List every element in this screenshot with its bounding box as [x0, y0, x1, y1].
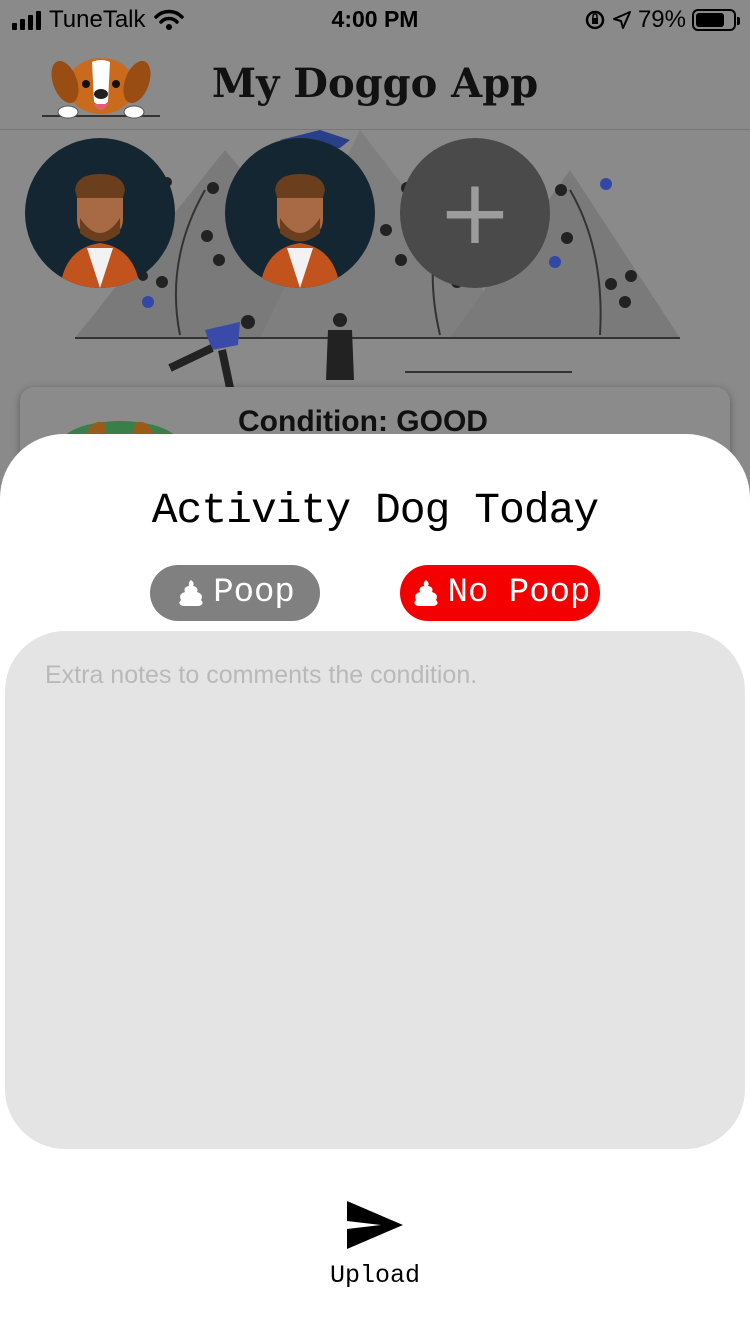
activity-sheet: Activity Dog Today Poop No Poop Upload — [0, 434, 750, 1334]
app-title: My Doggo App — [211, 60, 539, 107]
no-poop-label: No Poop — [447, 574, 591, 612]
upload-button[interactable]: Upload — [310, 1194, 440, 1294]
profile-avatar-1[interactable] — [25, 138, 175, 288]
no-poop-toggle-button[interactable]: No Poop — [400, 565, 600, 621]
man-avatar-icon — [60, 174, 140, 288]
status-right: 79% — [584, 6, 740, 34]
location-arrow-icon — [612, 11, 631, 29]
battery-level — [696, 13, 725, 27]
poop-icon — [413, 580, 438, 606]
profile-avatar-2[interactable] — [225, 138, 375, 288]
battery-icon — [692, 9, 740, 31]
poop-icon — [179, 580, 203, 606]
upload-label: Upload — [329, 1260, 420, 1290]
send-icon — [347, 1200, 403, 1249]
battery-percent: 79% — [637, 6, 686, 33]
orientation-lock-icon — [585, 10, 605, 30]
hero-area: + — [0, 130, 750, 410]
notes-input[interactable] — [5, 631, 745, 1149]
poop-label: Poop — [213, 574, 295, 612]
app-header: My Doggo App — [0, 40, 750, 130]
sheet-title: Activity Dog Today — [151, 486, 599, 535]
man-avatar-icon — [260, 174, 340, 288]
add-profile-button[interactable]: + — [400, 138, 550, 288]
status-bar: TuneTalk 4:00 PM 79% — [0, 0, 750, 40]
poop-toggle-button[interactable]: Poop — [150, 565, 320, 621]
